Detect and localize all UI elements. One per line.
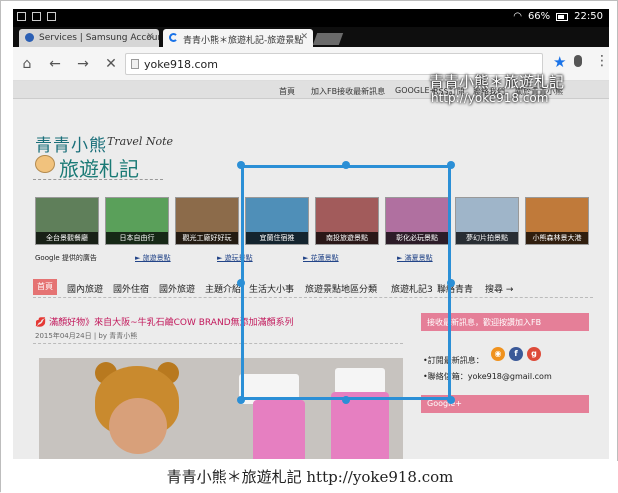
- close-tab-icon[interactable]: ✕: [146, 32, 154, 42]
- image-icon: [17, 12, 26, 21]
- thumbnail-caption: 夢幻片拍景點: [456, 232, 518, 244]
- facebook-icon[interactable]: f: [509, 347, 523, 361]
- url-text: yoke918.com: [144, 58, 218, 71]
- home-icon[interactable]: ⌂: [19, 56, 35, 72]
- voice-search-icon[interactable]: [574, 55, 582, 67]
- thumbnail-link[interactable]: 觀光工廠好好玩: [175, 197, 239, 245]
- footer-caption: 青青小熊＊旅遊札記 http://yoke918.com: [1, 461, 618, 493]
- google-plus-icon[interactable]: g: [527, 347, 541, 361]
- nav-home[interactable]: 首頁: [279, 86, 295, 97]
- post-meta: 2015年04月24日 | by 青青小熊: [35, 332, 138, 340]
- wifi-icon: ◠: [513, 11, 522, 22]
- crop-handle[interactable]: [342, 161, 350, 169]
- notification-icons: [17, 12, 56, 21]
- forward-arrow-icon[interactable]: →: [75, 56, 91, 72]
- search-link[interactable]: 搜尋 →: [485, 282, 513, 295]
- battery-icon: [556, 12, 569, 21]
- thumbnail-caption: 小熊森林景大港: [526, 232, 588, 244]
- status-bar: ◠ 66% 22:50: [13, 9, 609, 27]
- thumbnail-caption: 觀光工廠好好玩: [176, 232, 238, 244]
- crop-handle[interactable]: [447, 161, 455, 169]
- tab-samsung-account[interactable]: Services | Samsung Account ✕: [19, 29, 159, 47]
- category-item[interactable]: 主題介紹: [205, 282, 241, 295]
- ad-label[interactable]: Google 提供的廣告: [35, 253, 97, 263]
- ad-link[interactable]: ► 旅遊景點: [135, 253, 171, 263]
- nav-fb[interactable]: 加入FB接收最新訊息: [311, 86, 385, 97]
- site-logo-tagline: Travel Note: [107, 135, 174, 148]
- crop-handle[interactable]: [447, 396, 455, 404]
- tab-title: 青青小熊＊旅遊札記-旅遊景點: [183, 36, 304, 46]
- category-home[interactable]: 首頁: [33, 279, 57, 295]
- thumbnail-link[interactable]: 全台景觀餐廳: [35, 197, 99, 245]
- crop-handle[interactable]: [237, 396, 245, 404]
- close-tab-icon[interactable]: ✕: [300, 32, 308, 42]
- crop-selection-box[interactable]: [241, 165, 451, 400]
- bear-logo-icon: [35, 155, 55, 173]
- tab-strip: Services | Samsung Account ✕ 青青小熊＊旅遊札記-旅…: [13, 27, 609, 47]
- crop-handle[interactable]: [237, 279, 245, 287]
- stop-loading-icon[interactable]: ✕: [103, 56, 119, 72]
- screenshot-frame: ◠ 66% 22:50 Services | Samsung Account ✕…: [0, 0, 618, 493]
- page-info-icon: [131, 59, 139, 69]
- new-tab-button[interactable]: [312, 33, 344, 45]
- thumbnail-caption: 日本自由行: [106, 232, 168, 244]
- clock: 22:50: [574, 11, 603, 22]
- screen-icon: [32, 12, 41, 21]
- watermark-title: 青青小熊＊旅遊札記: [429, 73, 565, 91]
- thumbnail-link[interactable]: 夢幻片拍景點: [455, 197, 519, 245]
- battery-percent: 66%: [527, 11, 551, 22]
- crop-handle[interactable]: [342, 396, 350, 404]
- loading-spinner-icon: [169, 33, 178, 42]
- pink-bottle: [253, 400, 305, 459]
- crop-handle[interactable]: [447, 279, 455, 287]
- tab-title: Services | Samsung Account: [39, 33, 159, 43]
- crop-handle[interactable]: [237, 161, 245, 169]
- tab-yoke918[interactable]: 青青小熊＊旅遊札記-旅遊景點 ✕: [163, 29, 313, 47]
- rss-icon[interactable]: ◉: [491, 347, 505, 361]
- download-icon: [47, 12, 56, 21]
- category-item[interactable]: 國外住宿: [113, 282, 149, 295]
- category-item[interactable]: 國外旅遊: [159, 282, 195, 295]
- thumbnail-caption: 全台景觀餐廳: [36, 232, 98, 244]
- category-item[interactable]: 國內旅遊: [67, 282, 103, 295]
- divider: [33, 179, 163, 180]
- pink-bottle: [331, 392, 389, 459]
- watermark-url: http://yoke918.com: [431, 91, 549, 105]
- overflow-menu-icon[interactable]: ⋮: [595, 53, 609, 69]
- back-arrow-icon[interactable]: ←: [47, 56, 63, 72]
- doll-face: [109, 398, 167, 454]
- thumbnail-link[interactable]: 小熊森林景大港: [525, 197, 589, 245]
- bookmark-star-icon[interactable]: ★: [553, 53, 566, 71]
- thumbnail-link[interactable]: 日本自由行: [105, 197, 169, 245]
- site-logo-subtitle[interactable]: 旅遊札記: [59, 153, 139, 182]
- samsung-favicon-icon: [25, 33, 34, 42]
